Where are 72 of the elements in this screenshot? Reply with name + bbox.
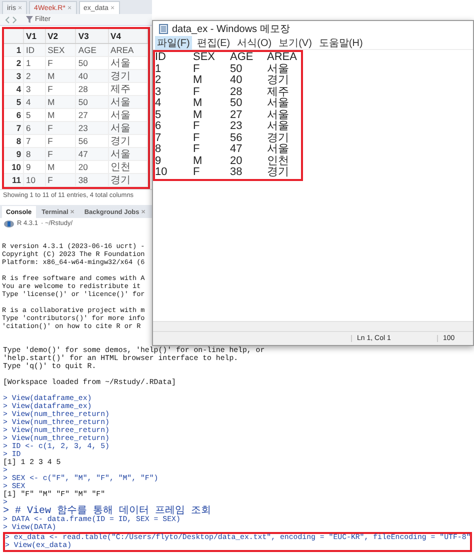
- text-cell-text: M: [193, 110, 204, 121]
- console-line: > # View 함수를 통해 데이터 프레임 조회: [3, 507, 212, 516]
- text-cell-text: 50: [230, 98, 244, 110]
- text-cell-text: 서울: [267, 98, 290, 110]
- table-cell: 11: [4, 174, 24, 186]
- text-cell-text: F: [193, 86, 201, 98]
- text-cell-text: F: [193, 121, 201, 132]
- text-cell-text: 5: [155, 110, 162, 121]
- text-cell-text: F: [193, 167, 201, 178]
- text-cell-text: 27: [230, 110, 244, 121]
- table-cell: 9: [4, 148, 24, 160]
- text-cell-text: 경기: [267, 75, 290, 86]
- text-cell-text: AREA: [267, 52, 298, 64]
- column-header[interactable]: V2: [45, 29, 76, 44]
- text-cell-text: 서울: [267, 110, 290, 120]
- menu-item[interactable]: 도움말(H): [316, 36, 365, 50]
- text-cell-text: 6: [155, 121, 162, 132]
- text-cell-text: F: [193, 64, 201, 75]
- text-cell-text: 제주: [267, 86, 290, 98]
- text-cell-text: M: [193, 156, 204, 167]
- column-header[interactable]: V4: [108, 29, 148, 44]
- text-cell-text: 38: [230, 167, 244, 178]
- horizontal-scrollbar[interactable]: [153, 321, 473, 331]
- text-cell-text: 2: [155, 75, 162, 86]
- text-cell-text: SEX: [193, 52, 216, 64]
- text-cell-text: 경기: [267, 132, 290, 144]
- text-cell-text: M: [193, 98, 204, 110]
- text-cell-text: 3: [155, 86, 162, 98]
- table-cell: 3: [4, 70, 24, 82]
- table-cell: 경기: [108, 70, 148, 82]
- text-cell-text: 4: [155, 98, 162, 110]
- text-cell-text: ID: [155, 52, 167, 64]
- column-header[interactable]: V1: [24, 29, 46, 44]
- text-cell-text: F: [193, 144, 201, 156]
- window-title: data_ex - Windows 메모장: [172, 23, 290, 36]
- table-cell: 7: [4, 122, 24, 134]
- r-logo-icon: [4, 220, 14, 228]
- text-cell-text: 인천: [267, 156, 290, 166]
- text-cell-text: 20: [230, 156, 244, 167]
- table-cell: 1: [4, 44, 24, 56]
- table-cell: 서울: [108, 148, 148, 160]
- text-cell-text: 7: [155, 132, 162, 144]
- text-cell-text: 서울: [267, 121, 290, 132]
- text-cell-text: 경기: [267, 167, 290, 178]
- table-cell: 5: [4, 96, 24, 108]
- text-cell-text: 56: [230, 132, 244, 144]
- notepad-icon: [159, 24, 168, 34]
- table-cell: AREA: [108, 44, 148, 56]
- text-cell-text: 8: [155, 144, 162, 156]
- text-cell-text: 50: [230, 64, 244, 75]
- text-cell-text: AGE: [230, 52, 254, 64]
- text-cell-text: 28: [230, 86, 244, 98]
- filter-icon: [26, 16, 33, 23]
- menu-item[interactable]: 보기(V): [276, 36, 314, 50]
- text-cell-text: 9: [155, 156, 162, 167]
- menu-item[interactable]: 편집(E): [194, 36, 232, 50]
- text-cell-text: 47: [230, 144, 244, 156]
- table-cell: 서울: [108, 122, 148, 134]
- text-cell-text: 40: [230, 75, 244, 86]
- menu-item[interactable]: 파일(F): [155, 36, 192, 50]
- text-cell-text: 23: [230, 121, 244, 132]
- text-cell-text: F: [193, 132, 201, 144]
- text-cell-text: 1: [155, 64, 162, 75]
- column-header[interactable]: V3: [76, 29, 108, 44]
- text-cell-text: M: [193, 75, 204, 86]
- table-cell: 서울: [108, 96, 148, 108]
- text-cell-text: 서울: [267, 64, 290, 74]
- table-cell: 경기: [108, 174, 148, 186]
- menu-item[interactable]: 서식(O): [235, 36, 274, 50]
- text-cell-text: 10: [155, 167, 168, 178]
- text-cell-text: 서울: [267, 144, 290, 156]
- back-forward-icon[interactable]: [4, 16, 18, 24]
